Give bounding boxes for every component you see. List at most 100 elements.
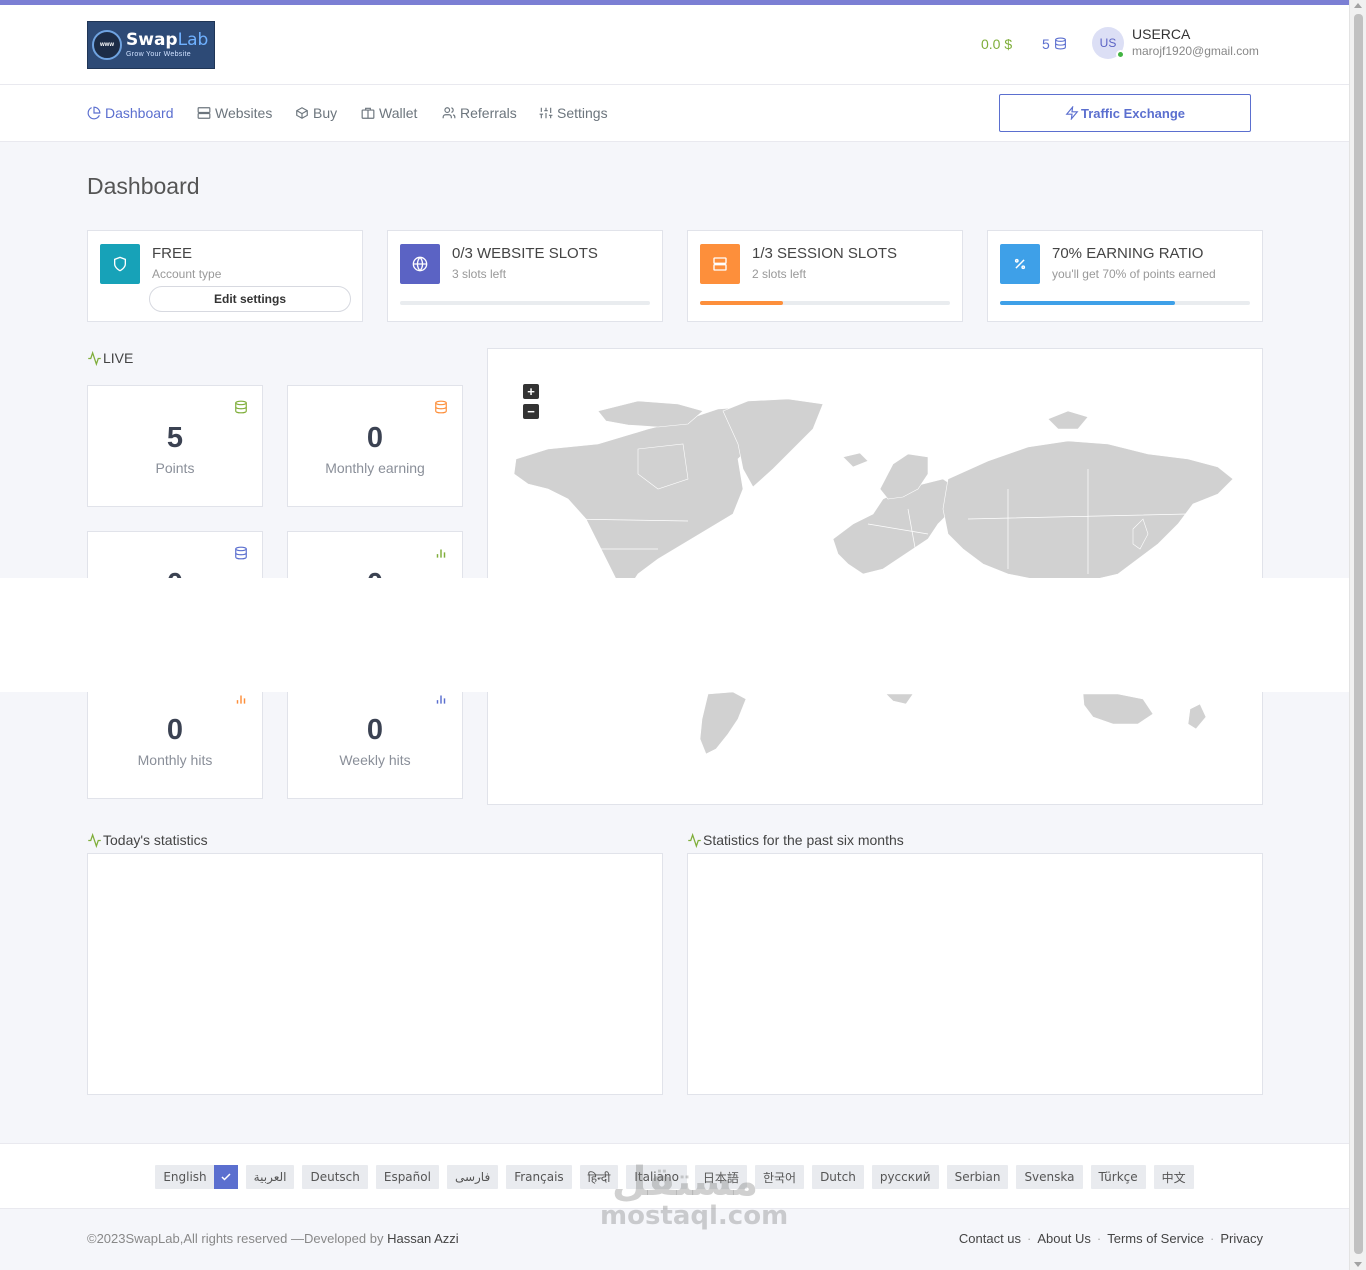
website-slots-card: 0/3 WEBSITE SLOTS 3 slots left xyxy=(387,230,663,322)
swaplab-logo[interactable]: www SwapLab Grow Your Website xyxy=(87,21,215,69)
developer-link[interactable]: Hassan Azzi xyxy=(387,1231,459,1246)
language-button[interactable]: Dutch xyxy=(812,1165,864,1189)
traffic-exchange-button[interactable]: Traffic Exchange xyxy=(999,94,1251,132)
website-slots-subtitle: 3 slots left xyxy=(452,267,507,281)
footer-link-contact[interactable]: Contact us xyxy=(959,1231,1021,1246)
language-label: Dutch xyxy=(820,1170,856,1184)
blank-overlay-band xyxy=(0,578,1366,692)
points-balance[interactable]: 5 xyxy=(1042,36,1067,52)
top-header: www SwapLab Grow Your Website 0.0 $ 5 US… xyxy=(0,5,1349,85)
nav-item-settings[interactable]: Settings xyxy=(539,105,608,121)
stat-value: 0 xyxy=(366,422,384,454)
language-button[interactable]: русский xyxy=(871,1165,939,1189)
today-statistics-chart xyxy=(87,853,663,1095)
globe-icon: www xyxy=(92,30,122,60)
language-label: Español xyxy=(383,1170,431,1184)
nav-item-wallet[interactable]: Wallet xyxy=(361,105,417,121)
language-button[interactable]: 中文 xyxy=(1153,1165,1194,1189)
user-email: marojf1920@gmail.com xyxy=(1132,44,1259,58)
brand-name-part1: Swap xyxy=(126,30,178,50)
activity-icon xyxy=(688,832,701,848)
language-label: العربية xyxy=(253,1170,287,1184)
footer-link-privacy[interactable]: Privacy xyxy=(1220,1231,1263,1246)
percent-icon xyxy=(1000,244,1040,284)
nav-item-websites[interactable]: Websites xyxy=(197,105,272,121)
stat-card-monthly-hits: 0 Monthly hits xyxy=(87,677,263,799)
footer-links: Contact us · About Us · Terms of Service… xyxy=(959,1231,1263,1246)
footer-link-about[interactable]: About Us xyxy=(1037,1231,1090,1246)
dollar-icon: $ xyxy=(1004,36,1013,52)
edit-settings-button[interactable]: Edit settings xyxy=(149,286,351,312)
scroll-down-arrow[interactable] xyxy=(1354,1262,1362,1267)
shield-icon xyxy=(100,244,140,284)
language-button[interactable]: Español xyxy=(375,1165,439,1189)
earning-ratio-title: 70% EARNING RATIO xyxy=(1052,245,1204,262)
database-icon xyxy=(1054,37,1066,50)
activity-icon xyxy=(88,350,101,366)
today-statistics-label: Today's statistics xyxy=(87,832,208,848)
scrollbar-thumb[interactable] xyxy=(1354,14,1363,1254)
bar-chart-icon xyxy=(436,549,446,558)
page-scrollbar[interactable] xyxy=(1349,0,1366,1270)
users-icon xyxy=(442,107,456,119)
nav-item-dashboard[interactable]: Dashboard xyxy=(87,105,174,121)
footer-link-terms[interactable]: Terms of Service xyxy=(1107,1231,1204,1246)
activity-icon xyxy=(88,832,101,848)
language-label: Deutsch xyxy=(310,1170,360,1184)
nav-item-referrals[interactable]: Referrals xyxy=(442,105,517,121)
language-label: Türkçe xyxy=(1098,1170,1138,1184)
session-slots-title: 1/3 SESSION SLOTS xyxy=(752,245,898,262)
language-label: Svenska xyxy=(1024,1170,1075,1184)
server-icon xyxy=(197,107,211,119)
website-slots-progress xyxy=(400,301,650,305)
stat-label: Monthly earning xyxy=(325,460,425,476)
language-button[interactable]: Svenska xyxy=(1016,1165,1083,1189)
footer-separator: · xyxy=(1096,1231,1102,1246)
database-icon xyxy=(235,400,247,414)
brand-tagline: Grow Your Website xyxy=(126,51,191,58)
stat-value: 5 xyxy=(166,422,184,454)
stat-label: Points xyxy=(155,460,195,476)
account-type-card: FREE Account type Edit settings xyxy=(87,230,363,322)
website-slots-title: 0/3 WEBSITE SLOTS xyxy=(452,245,598,262)
bar-chart-icon xyxy=(436,695,446,704)
six-months-statistics-chart xyxy=(687,853,1263,1095)
check-icon xyxy=(213,1165,238,1189)
stat-label: Weekly hits xyxy=(339,752,411,768)
stat-card-points: 5 Points xyxy=(87,385,263,507)
language-button[interactable]: العربية xyxy=(245,1165,295,1189)
server-icon xyxy=(700,244,740,284)
language-label: русский xyxy=(879,1170,931,1184)
pie-chart-icon xyxy=(87,106,101,120)
stat-label: Monthly hits xyxy=(137,752,213,768)
earning-ratio-progress xyxy=(1000,301,1250,305)
footer-separator: · xyxy=(1027,1231,1032,1246)
stat-card-weekly-hits: 0 Weekly hits xyxy=(287,677,463,799)
language-button[interactable]: Français xyxy=(506,1165,572,1189)
user-name[interactable]: USERCA xyxy=(1132,26,1190,42)
database-icon xyxy=(435,400,447,414)
world-map-card[interactable]: + − xyxy=(487,348,1263,805)
scroll-up-arrow[interactable] xyxy=(1354,3,1362,8)
main-nav: Dashboard Websites Buy Wallet Referrals … xyxy=(0,85,1349,142)
money-balance-value: 0.0 xyxy=(981,36,1001,52)
session-slots-card: 1/3 SESSION SLOTS 2 slots left xyxy=(687,230,963,322)
box-icon xyxy=(296,107,308,119)
language-button[interactable]: Serbian xyxy=(946,1165,1009,1189)
footer-separator: · xyxy=(1210,1231,1215,1246)
avatar[interactable]: US xyxy=(1092,27,1125,59)
copyright-text: ©2023SwapLab,All rights reserved —Develo… xyxy=(87,1231,459,1246)
language-button[interactable]: Türkçe xyxy=(1090,1165,1146,1189)
session-slots-subtitle: 2 slots left xyxy=(752,267,807,281)
sliders-icon xyxy=(539,107,553,119)
earning-ratio-subtitle: you'll get 70% of points earned xyxy=(1052,267,1216,281)
account-type-subtitle: Account type xyxy=(152,267,222,281)
brand-name-part2: Lab xyxy=(177,30,209,50)
points-balance-value: 5 xyxy=(1042,36,1050,52)
language-button[interactable]: Deutsch xyxy=(302,1165,368,1189)
online-status-dot xyxy=(1116,50,1125,59)
nav-item-buy[interactable]: Buy xyxy=(295,105,337,121)
language-button[interactable]: English xyxy=(155,1165,238,1189)
money-balance[interactable]: 0.0 $ xyxy=(981,36,1012,52)
language-button[interactable]: فارسی xyxy=(446,1165,499,1189)
